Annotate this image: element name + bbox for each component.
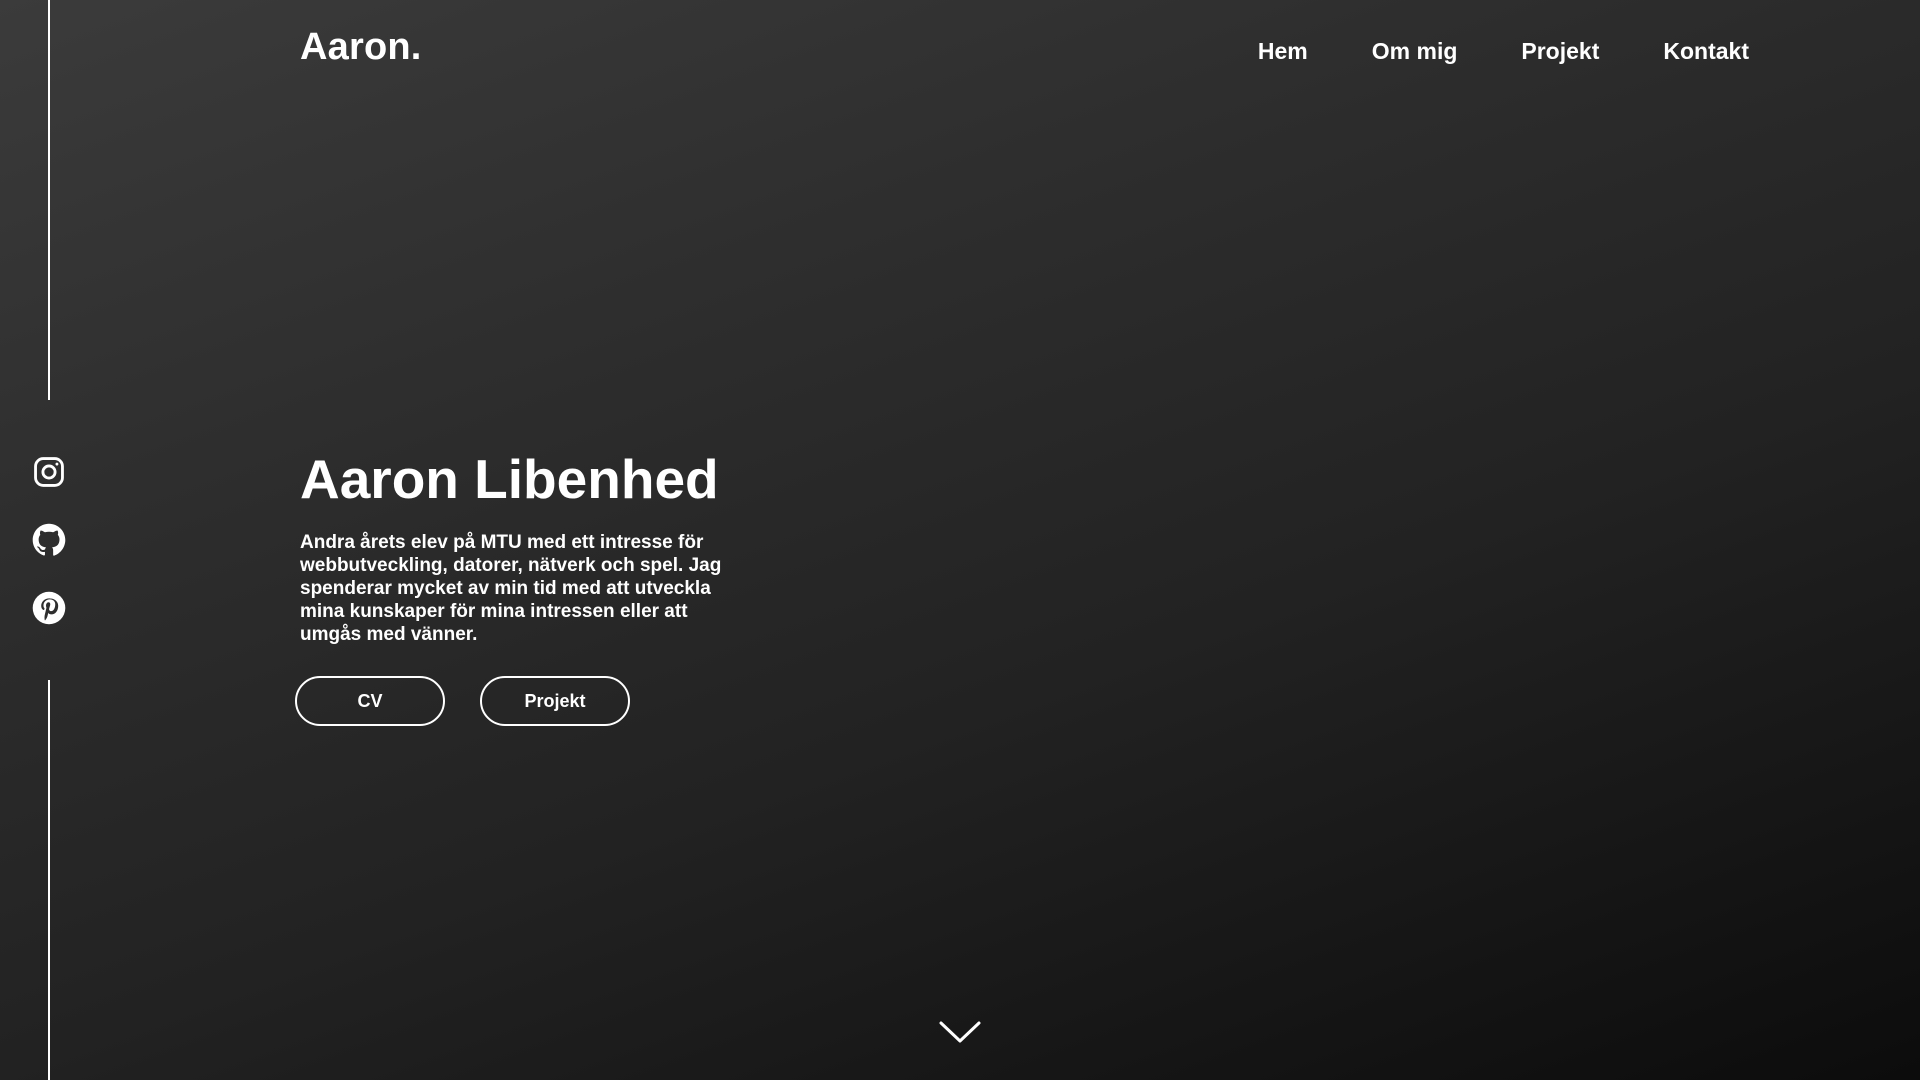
site-logo[interactable]: Aaron. <box>300 26 422 69</box>
github-icon <box>32 523 66 556</box>
nav-item-om-mig[interactable]: Om mig <box>1372 38 1458 65</box>
nav-item-kontakt[interactable]: Kontakt <box>1663 38 1749 65</box>
projekt-button[interactable]: Projekt <box>480 676 630 727</box>
main-nav: Hem Om mig Projekt Kontakt <box>1258 38 1749 65</box>
instagram-link[interactable] <box>32 455 66 489</box>
chevron-down-icon <box>939 1021 981 1043</box>
sidebar-line-top <box>48 0 50 400</box>
nav-item-hem[interactable]: Hem <box>1258 38 1308 65</box>
github-link[interactable] <box>32 523 66 557</box>
hero-section: Aaron Libenhed Andra årets elev på MTU m… <box>295 448 760 727</box>
hero-buttons: CV Projekt <box>295 676 760 727</box>
instagram-icon <box>34 457 64 487</box>
hero-description: Andra årets elev på MTU med ett intresse… <box>300 532 722 646</box>
nav-item-projekt[interactable]: Projekt <box>1521 38 1599 65</box>
sidebar-line-bottom <box>48 680 50 1080</box>
pinterest-link[interactable] <box>32 591 66 625</box>
pinterest-icon <box>32 591 66 625</box>
scroll-down-button[interactable] <box>938 1018 982 1046</box>
hero-title: Aaron Libenhed <box>300 448 719 510</box>
cv-button[interactable]: CV <box>295 676 445 727</box>
social-links <box>32 455 68 659</box>
